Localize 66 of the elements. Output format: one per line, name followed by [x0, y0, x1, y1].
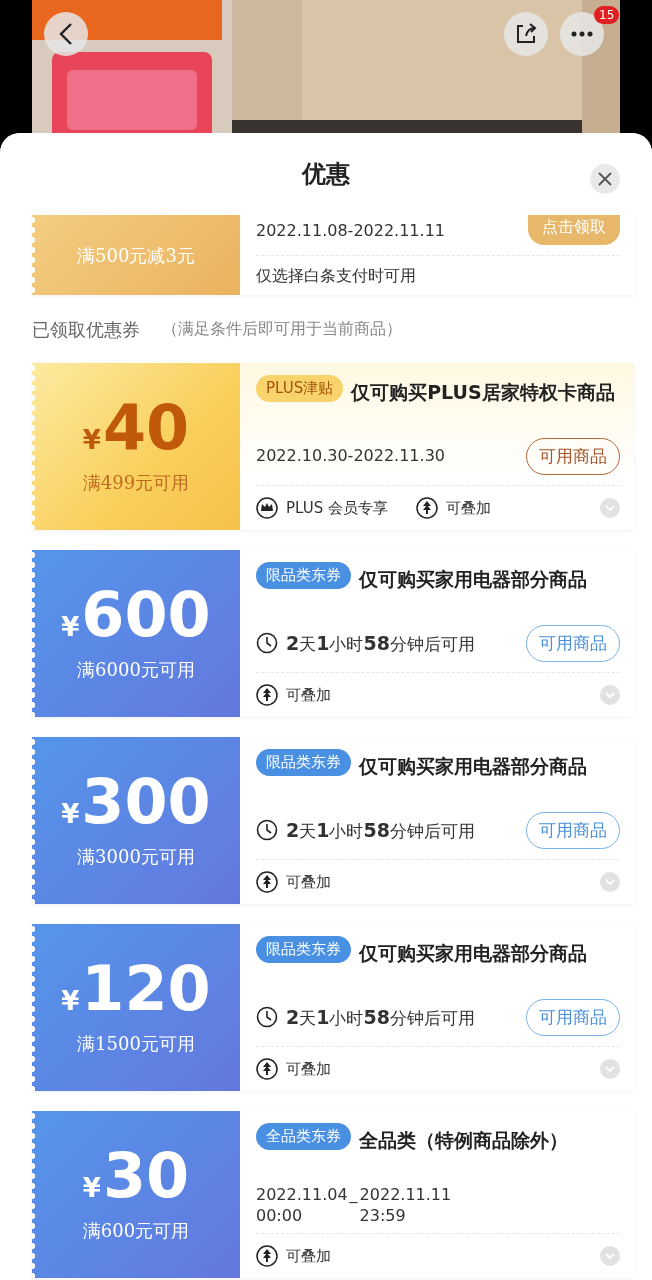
currency-sign: ¥: [61, 614, 80, 640]
coupon-note: 仅选择白条支付时可用: [256, 265, 417, 287]
coupon-amount: 300: [81, 771, 211, 833]
coupon-condition: 满499元可用: [82, 471, 190, 495]
section-note: （满足条件后即可用于当前商品）: [162, 318, 402, 340]
coupon-title: 仅可购买PLUS居家特权卡商品: [351, 380, 616, 405]
feature-label: 可叠加: [286, 1058, 331, 1080]
start-time: 00:00: [256, 1206, 304, 1227]
coupon-condition: 满6000元可用: [77, 658, 195, 682]
feature-label: 可叠加: [286, 871, 331, 893]
coupon-amount: 600: [81, 584, 211, 646]
clock-icon: [256, 632, 278, 655]
expand-icon[interactable]: [600, 1059, 620, 1079]
more-icon: [571, 31, 593, 37]
coupon-amount: 30: [102, 1145, 190, 1207]
crown-icon: [256, 497, 278, 519]
coupon-title: 仅可购买家用电器部分商品: [359, 567, 588, 592]
coupon-tag: 限品类东券: [256, 562, 351, 589]
coupon-amount: 40: [102, 397, 190, 459]
coupon-title: 仅可购买家用电器部分商品: [359, 941, 588, 966]
expand-icon[interactable]: [600, 685, 620, 705]
coupon-condition: 满500元减3元: [77, 243, 195, 268]
feature-label: 可叠加: [445, 497, 491, 519]
feature-label: PLUS 会员专享: [286, 497, 388, 519]
currency-sign: ¥: [61, 801, 80, 827]
validity-text: 2022.11.08-2022.11.11: [256, 220, 445, 242]
stack-icon: [256, 1058, 278, 1080]
end-time: 23:59: [359, 1206, 407, 1227]
coupon-tag: 限品类东券: [256, 936, 351, 963]
coupon-condition: 满1500元可用: [77, 1032, 195, 1056]
close-icon: [598, 172, 612, 186]
coupon-tag: PLUS津贴: [256, 375, 344, 402]
countdown-text: 2天1小时58分钟后可用: [286, 1005, 475, 1030]
section-title: 已领取优惠券: [32, 317, 140, 342]
stack-icon: [256, 684, 278, 706]
currency-sign: ¥: [61, 988, 80, 1014]
claim-button[interactable]: 点击领取: [528, 215, 620, 245]
expand-icon[interactable]: [600, 872, 620, 892]
currency-sign: ¥: [82, 1175, 101, 1201]
coupon-title: 全品类（特例商品除外）: [359, 1128, 569, 1153]
clock-icon: [256, 1006, 278, 1029]
sheet-title: 优惠: [302, 159, 350, 190]
countdown-text: 2天1小时58分钟后可用: [286, 631, 475, 656]
coupon-title: 仅可购买家用电器部分商品: [359, 754, 588, 779]
feature-label: 可叠加: [286, 1245, 331, 1267]
date-separator: _: [349, 1184, 358, 1205]
coupon-amount: 120: [81, 958, 211, 1020]
countdown-text: 2天1小时58分钟后可用: [286, 818, 475, 843]
validity-text: 2022.10.30-2022.11.30: [256, 445, 445, 468]
stack-icon: [256, 1245, 278, 1267]
currency-sign: ¥: [82, 427, 101, 453]
stack-icon: [415, 497, 438, 519]
coupon-condition: 满600元可用: [82, 1219, 190, 1243]
coupon-tag: 限品类东券: [256, 749, 351, 776]
stack-icon: [256, 871, 278, 893]
expand-icon[interactable]: [600, 1246, 620, 1266]
end-date: 2022.11.11: [359, 1185, 452, 1207]
coupon-condition: 满3000元可用: [77, 845, 195, 869]
back-icon: [59, 22, 73, 46]
share-icon: [514, 22, 538, 46]
feature-label: 可叠加: [286, 684, 331, 706]
close-button[interactable]: [590, 164, 620, 194]
expand-icon[interactable]: [600, 498, 620, 518]
start-date: 2022.11.04: [256, 1185, 348, 1207]
clock-icon: [256, 819, 278, 842]
coupon-tag: 全品类东券: [256, 1123, 351, 1150]
